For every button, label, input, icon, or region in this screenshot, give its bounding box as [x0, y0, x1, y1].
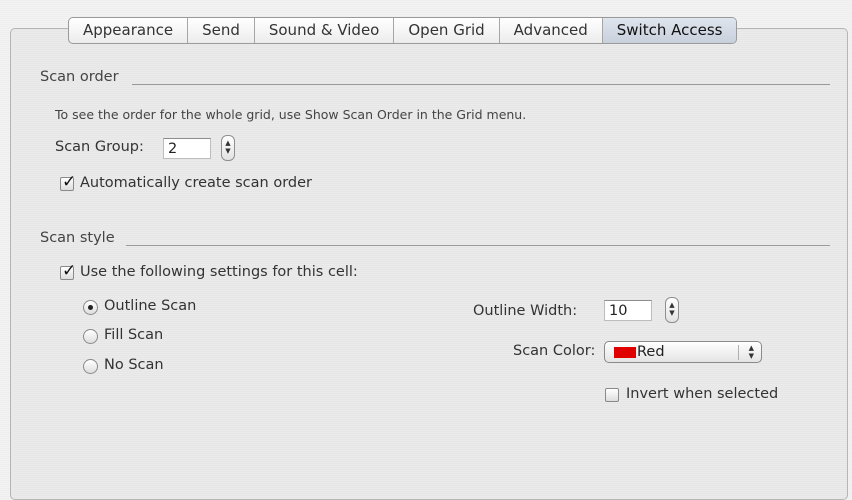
- fill-scan-label: Fill Scan: [104, 327, 164, 343]
- use-settings-label: Use the following settings for this cell…: [80, 264, 358, 280]
- tab-switch-access[interactable]: Switch Access: [602, 18, 737, 43]
- scan-order-heading: Scan order: [40, 69, 119, 85]
- updown-arrows-icon: ▲ ▼: [748, 344, 754, 360]
- fill-scan-radio[interactable]: [83, 329, 98, 344]
- scan-group-label: Scan Group:: [55, 139, 144, 155]
- no-scan-label: No Scan: [104, 357, 164, 373]
- scan-color-popup[interactable]: Red ▲ ▼: [604, 341, 762, 363]
- red-color-swatch: [614, 347, 636, 358]
- outline-scan-radio[interactable]: [83, 300, 98, 315]
- outline-width-stepper[interactable]: ▲ ▼: [665, 297, 679, 323]
- no-scan-radio[interactable]: [83, 359, 98, 374]
- invert-checkbox[interactable]: [605, 388, 619, 402]
- scan-group-field[interactable]: 2: [163, 138, 211, 159]
- use-settings-checkbox[interactable]: ✓: [60, 261, 76, 281]
- outline-width-field[interactable]: 10: [604, 300, 652, 321]
- tab-send[interactable]: Send: [188, 18, 255, 43]
- scan-color-label: Scan Color:: [513, 343, 596, 359]
- tab-appearance[interactable]: Appearance: [69, 18, 189, 43]
- tab-open-grid[interactable]: Open Grid: [394, 18, 500, 43]
- scan-style-divider: [126, 245, 830, 246]
- scan-color-value: Red: [637, 344, 665, 360]
- scan-style-heading: Scan style: [40, 230, 115, 246]
- tab-sound-video[interactable]: Sound & Video: [255, 18, 395, 43]
- popup-divider: [738, 345, 739, 360]
- scan-order-hint: To see the order for the whole grid, use…: [55, 107, 527, 122]
- outline-scan-label: Outline Scan: [104, 298, 197, 314]
- auto-create-label: Automatically create scan order: [80, 175, 313, 191]
- tab-bar: Appearance Send Sound & Video Open Grid …: [68, 17, 738, 44]
- tab-advanced[interactable]: Advanced: [500, 18, 603, 43]
- scan-group-stepper[interactable]: ▲ ▼: [221, 135, 235, 161]
- auto-create-checkbox[interactable]: ✓: [60, 172, 76, 192]
- outline-width-label: Outline Width:: [473, 303, 578, 319]
- scan-order-divider: [132, 84, 830, 85]
- invert-label: Invert when selected: [626, 386, 779, 402]
